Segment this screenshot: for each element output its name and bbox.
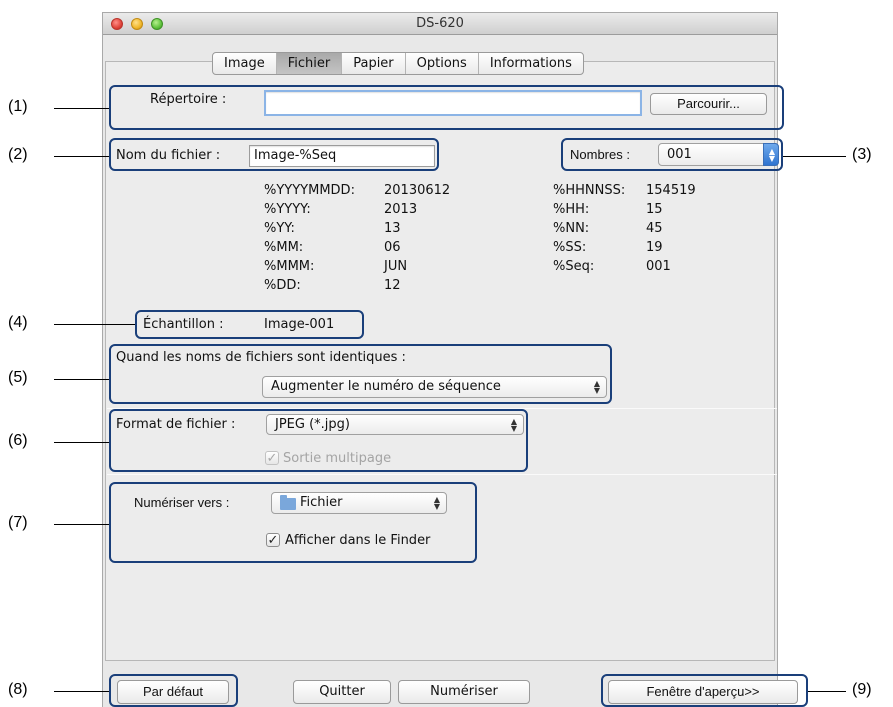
callout-line-6 <box>54 442 109 443</box>
variable-key: %SS: <box>553 240 587 255</box>
variable-value: 45 <box>646 221 663 236</box>
tab-fichier[interactable]: Fichier <box>276 53 343 74</box>
tab-image[interactable]: Image <box>213 53 277 74</box>
variable-value: 20130612 <box>384 183 451 198</box>
highlight-box-3 <box>561 138 783 171</box>
highlight-box-2 <box>109 138 439 171</box>
callout-line-2 <box>54 156 109 157</box>
tab-informations[interactable]: Informations <box>479 53 583 74</box>
callout-line-9 <box>808 691 846 692</box>
callout-1: (1) <box>8 98 28 115</box>
variable-key: %MMM: <box>264 259 315 274</box>
callout-line-4 <box>54 324 135 325</box>
callout-line-8 <box>54 691 109 692</box>
variable-key: %NN: <box>553 221 590 236</box>
callout-7: (7) <box>8 514 28 531</box>
variable-value: 12 <box>384 278 401 293</box>
callout-4: (4) <box>8 314 28 331</box>
variable-value: 19 <box>646 240 663 255</box>
variable-value: JUN <box>384 259 408 274</box>
callout-8: (8) <box>8 681 28 698</box>
variable-key: %Seq: <box>553 259 595 274</box>
callout-line-5 <box>54 379 109 380</box>
callout-9: (9) <box>852 681 872 698</box>
variable-value: 06 <box>384 240 401 255</box>
highlight-box-4 <box>135 310 364 339</box>
callout-3: (3) <box>852 146 872 163</box>
highlight-box-8 <box>109 674 238 707</box>
scan-button[interactable]: Numériser <box>398 680 530 704</box>
highlight-box-1 <box>109 85 784 130</box>
callout-line-1 <box>54 108 109 109</box>
tab-options[interactable]: Options <box>406 53 479 74</box>
window-title: DS-620 <box>416 16 464 31</box>
variable-key: %MM: <box>264 240 304 255</box>
tab-papier[interactable]: Papier <box>342 53 406 74</box>
variable-key: %HH: <box>553 202 590 217</box>
highlight-box-9 <box>601 674 808 707</box>
variable-key: %YY: <box>264 221 295 236</box>
variable-key: %HHNNSS: <box>553 183 626 198</box>
separator <box>107 474 777 475</box>
quit-button[interactable]: Quitter <box>293 680 391 704</box>
variable-key: %DD: <box>264 278 301 293</box>
highlight-box-5 <box>109 344 612 404</box>
variable-key: %YYYYMMDD: <box>264 183 355 198</box>
variable-value: 13 <box>384 221 401 236</box>
tab-bar: Image Fichier Papier Options Information… <box>212 52 584 75</box>
highlight-box-7 <box>109 482 477 563</box>
callout-line-7 <box>54 524 109 525</box>
highlight-box-6 <box>109 409 528 472</box>
variable-value: 154519 <box>646 183 696 198</box>
callout-6: (6) <box>8 432 28 449</box>
callout-5: (5) <box>8 369 28 386</box>
callout-2: (2) <box>8 146 28 163</box>
variable-value: 2013 <box>384 202 418 217</box>
callout-line-3 <box>783 156 846 157</box>
title-bar: DS-620 <box>103 13 777 35</box>
variable-value: 15 <box>646 202 663 217</box>
variable-key: %YYYY: <box>264 202 311 217</box>
variable-value: 001 <box>646 259 671 274</box>
